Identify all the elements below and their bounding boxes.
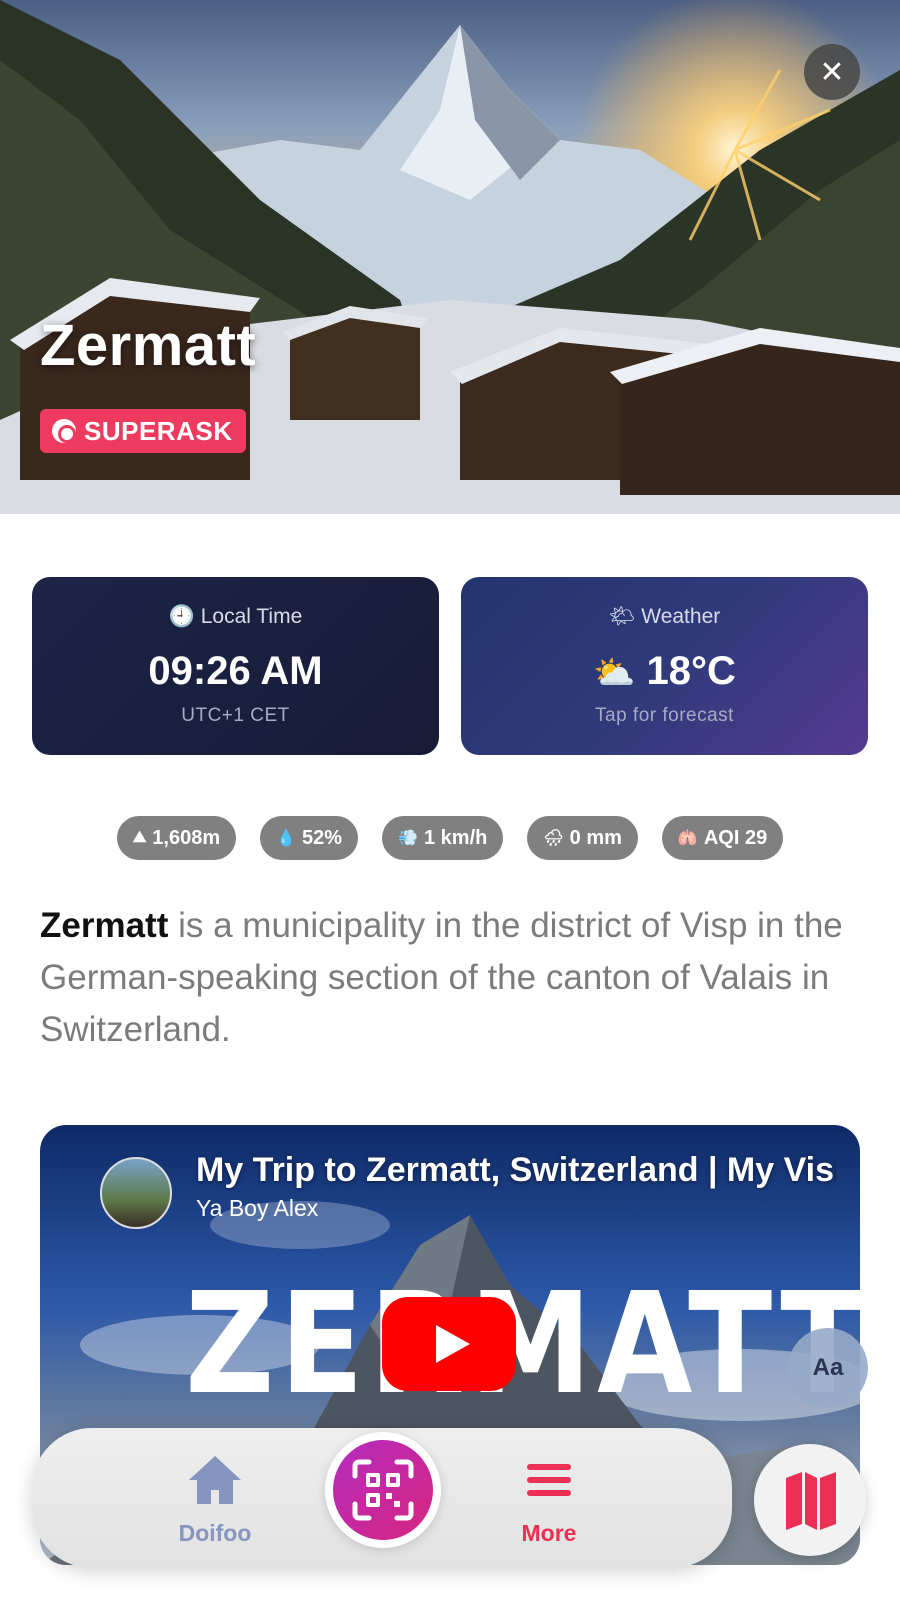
- forecast-hint: Tap for forecast: [595, 705, 734, 726]
- nav-label-home: Doifoo: [178, 1520, 252, 1546]
- video-title[interactable]: My Trip to Zermatt, Switzerland | My Vis…: [196, 1151, 836, 1190]
- wind-value: 1 km/h: [423, 826, 488, 849]
- map-button[interactable]: [754, 1444, 866, 1556]
- mountain-icon: ⛰: [132, 829, 147, 846]
- rain-icon: 🌧: [543, 830, 564, 847]
- badge-label: SUPERASK: [84, 415, 233, 446]
- local-time-label-text: Local Time: [200, 605, 303, 628]
- droplet-icon: 💧: [276, 830, 297, 847]
- stats-row: ⛰ 1,608m 💧 52% 💨 1 km/h 🌧 0 mm 🫁 AQI 29: [0, 816, 900, 860]
- elevation-value: 1,608m: [152, 826, 221, 849]
- home-icon: [189, 1456, 241, 1504]
- humidity-pill: 💧 52%: [260, 816, 359, 860]
- nav-item-more[interactable]: More: [489, 1452, 609, 1546]
- nav-item-home[interactable]: Doifoo: [155, 1452, 275, 1546]
- wind-icon: 💨: [398, 830, 418, 847]
- nav-label-more: More: [521, 1520, 577, 1546]
- thumbnail-text: ZERMATT: [185, 1263, 860, 1426]
- clock-icon: 🕘: [168, 605, 195, 628]
- air-quality-value: AQI 29: [703, 826, 768, 849]
- weather-label-text: Weather: [641, 605, 721, 628]
- menu-icon: [527, 1464, 571, 1496]
- temperature-text: 18°C: [646, 649, 736, 693]
- qr-code-icon: [352, 1459, 414, 1521]
- weather-label: 🌤 Weather: [461, 605, 868, 629]
- precipitation-pill: 🌧 0 mm: [527, 816, 638, 860]
- description-bold: Zermatt: [40, 906, 169, 945]
- temperature-value: ⛅ 18°C: [461, 649, 868, 694]
- play-icon[interactable]: [382, 1297, 516, 1391]
- wind-pill: 💨 1 km/h: [382, 816, 504, 860]
- video-channel[interactable]: Ya Boy Alex: [196, 1195, 318, 1222]
- hero-image: Zermatt SUPERASK: [0, 0, 900, 514]
- local-time-value: 09:26 AM: [148, 649, 323, 693]
- map-icon: [786, 1472, 836, 1530]
- qr-scan-button[interactable]: [325, 1432, 441, 1548]
- channel-avatar[interactable]: [100, 1157, 172, 1229]
- lifebuoy-icon: [52, 419, 76, 443]
- partly-cloudy-icon: ⛅: [593, 654, 636, 692]
- local-time-label: 🕘 Local Time: [32, 605, 439, 629]
- close-button[interactable]: ✕: [804, 44, 860, 100]
- precipitation-value: 0 mm: [569, 826, 622, 849]
- qr-button-face: [333, 1440, 433, 1540]
- page-title: Zermatt: [40, 313, 257, 378]
- timezone-label: UTC+1 CET: [181, 705, 290, 726]
- sun-cloud-icon: 🌤: [608, 605, 636, 628]
- text-size-button[interactable]: Aa: [788, 1328, 868, 1408]
- weather-card[interactable]: 🌤 Weather ⛅ 18°C Tap for forecast: [461, 577, 868, 755]
- superask-badge[interactable]: SUPERASK: [40, 409, 247, 453]
- lungs-icon: 🫁: [677, 830, 698, 847]
- local-time-card: 🕘 Local Time 09:26 AM UTC+1 CET: [32, 577, 439, 755]
- description: Zermatt is a municipality in the distric…: [40, 900, 870, 1056]
- humidity-value: 52%: [302, 826, 343, 849]
- elevation-pill: ⛰ 1,608m: [116, 816, 237, 860]
- air-quality-pill: 🫁 AQI 29: [661, 816, 784, 860]
